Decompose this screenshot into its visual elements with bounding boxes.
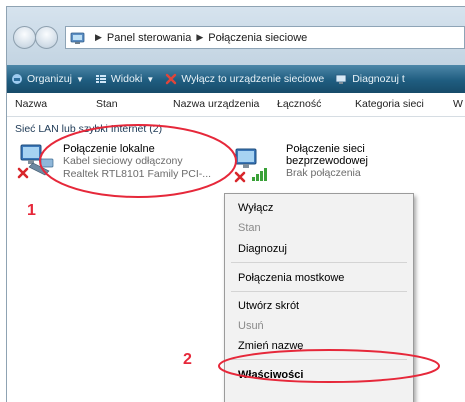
annotation-number-1: 1 xyxy=(27,202,36,219)
highlight-ellipse-properties xyxy=(218,349,440,383)
highlight-ellipse-local-connection xyxy=(39,124,237,198)
annotation-number-2: 2 xyxy=(183,351,192,368)
annotation-overlay xyxy=(39,124,440,383)
